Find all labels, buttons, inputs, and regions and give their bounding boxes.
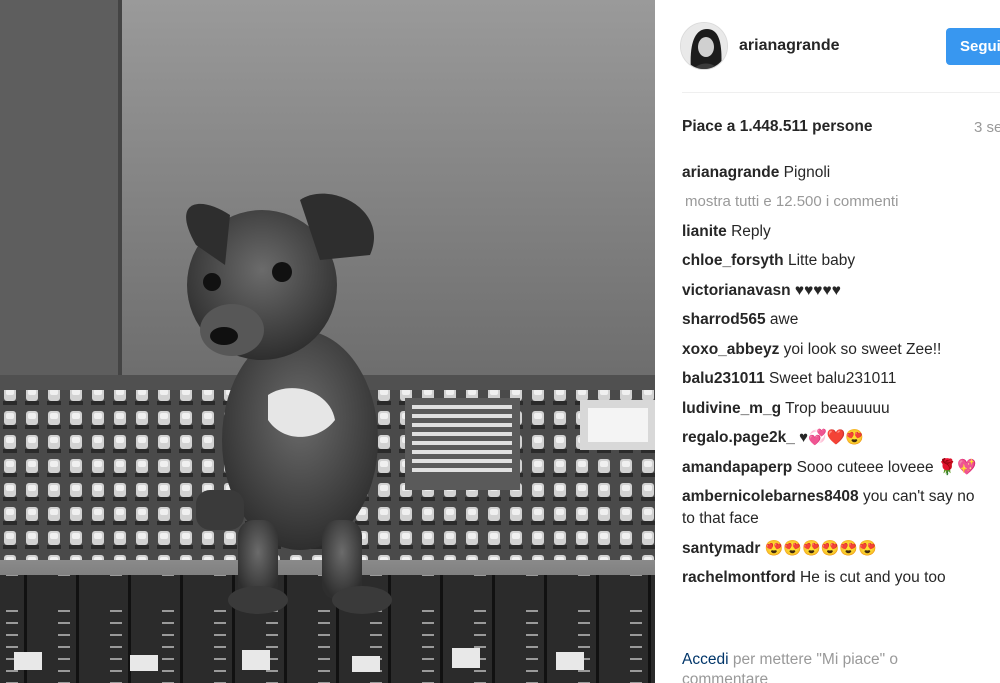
comment-text: Litte baby: [787, 252, 856, 269]
list-item: balu231011 Sweet balu231011: [682, 368, 982, 390]
list-item: santymadr 😍😍😍😍😍😍: [682, 538, 982, 560]
list-item: arianagrande Pignoli: [682, 162, 982, 184]
likes-count[interactable]: Piace a 1.448.511 persone: [682, 118, 872, 136]
comment-text: He is cut and you too: [800, 569, 946, 586]
comment-username[interactable]: balu231011: [682, 370, 765, 387]
comment-text: Pignoli: [783, 164, 831, 181]
list-item: rachelmontford He is cut and you too: [682, 567, 982, 589]
list-item: xoxo_abbeyz yoi look so sweet Zee!!: [682, 339, 982, 361]
list-item: sharrod565 awe: [682, 309, 982, 331]
post-author-username[interactable]: arianagrande: [739, 37, 839, 55]
list-item: regalo.page2k_ ♥💞❤️😍: [682, 427, 982, 449]
comment-username[interactable]: chloe_forsyth: [682, 252, 784, 269]
login-link[interactable]: Accedi: [682, 651, 729, 668]
comment-username[interactable]: regalo.page2k_: [682, 429, 795, 446]
comment-username[interactable]: sharrod565: [682, 311, 766, 328]
comment-text: ♥♥♥♥♥: [794, 281, 841, 299]
login-prompt: Accedi per mettere "Mi piace" o commenta…: [682, 650, 982, 683]
comment-text: ♥💞❤️😍: [799, 429, 865, 446]
profile-picture-icon: [681, 23, 727, 69]
comment-text: awe: [769, 311, 799, 328]
comment-username[interactable]: lianite: [682, 223, 727, 240]
comment-text: Sweet balu231011: [769, 370, 897, 387]
comment-username[interactable]: rachelmontford: [682, 569, 796, 586]
comment-username[interactable]: xoxo_abbeyz: [682, 341, 779, 358]
follow-button[interactable]: Segui: [946, 28, 1000, 65]
comment-username[interactable]: victorianavasn: [682, 282, 791, 299]
avatar[interactable]: [680, 22, 728, 70]
list-item: lianite Reply: [682, 221, 982, 243]
comment-text: yoi look so sweet Zee!!: [783, 340, 942, 358]
list-item: chloe_forsyth Litte baby: [682, 250, 982, 272]
list-item: ambernicolebarnes8408 you can't say no t…: [682, 486, 982, 530]
puppy-on-mixing-console-image: [0, 0, 655, 683]
post-photo[interactable]: [0, 0, 655, 683]
divider: [682, 92, 1000, 93]
comment-username[interactable]: ambernicolebarnes8408: [682, 488, 859, 505]
comment-username[interactable]: arianagrande: [682, 164, 779, 181]
comments-list: arianagrande Pignoli mostra tutti e 12.5…: [682, 162, 1000, 625]
post-header: arianagrande Segui: [655, 0, 1000, 92]
comment-text: 😍😍😍😍😍😍: [764, 539, 877, 557]
list-item: ludivine_m_g Trop beauuuuu: [682, 398, 982, 420]
comment-text: Reply: [731, 222, 771, 240]
comment-username[interactable]: santymadr: [682, 540, 760, 557]
list-item: victorianavasn ♥♥♥♥♥: [682, 280, 982, 302]
list-item: amandapaperp Sooo cuteee loveee 🌹💖: [682, 457, 982, 479]
post-side-panel: arianagrande Segui Piace a 1.448.511 per…: [655, 0, 1000, 683]
comment-text: Sooo cuteee loveee 🌹💖: [796, 458, 977, 476]
comment-username[interactable]: ludivine_m_g: [682, 400, 781, 417]
show-all-comments-link[interactable]: mostra tutti e 12.500 i commenti: [685, 192, 1000, 212]
comment-username[interactable]: amandapaperp: [682, 459, 792, 476]
comment-text: Trop beauuuuu: [785, 399, 890, 417]
post-timestamp[interactable]: 3 se: [974, 119, 1000, 136]
